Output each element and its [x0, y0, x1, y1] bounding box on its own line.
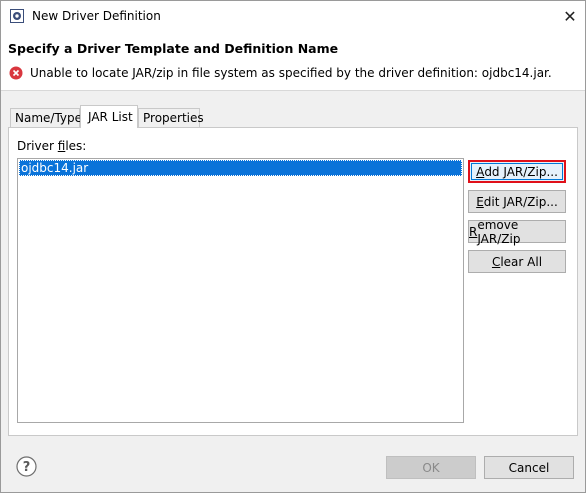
list-item[interactable]: ojdbc14.jar	[19, 160, 462, 176]
error-message: Unable to locate JAR/zip in file system …	[30, 66, 552, 80]
title-bar: New Driver Definition ✕	[1, 1, 585, 32]
wizard-header: Specify a Driver Template and Definition…	[1, 32, 585, 91]
edit-jar-button[interactable]: Edit JAR/Zip...	[468, 190, 566, 213]
eclipse-gear-icon	[10, 9, 24, 23]
tab-label: Name/Type	[15, 111, 83, 125]
clear-all-button[interactable]: Clear All	[468, 250, 566, 273]
error-x-icon	[9, 66, 23, 80]
page-title: Specify a Driver Template and Definition…	[8, 41, 339, 56]
ok-button[interactable]: OK	[386, 456, 476, 479]
tab-label: Properties	[143, 111, 204, 125]
jar-list-panel: Driver files: ojdbc14.jar Add JAR/Zip...…	[8, 127, 578, 436]
tab-label: JAR List	[88, 110, 133, 124]
dialog-window: New Driver Definition ✕ Specify a Driver…	[0, 0, 586, 493]
close-button[interactable]: ✕	[555, 1, 585, 32]
window-title: New Driver Definition	[32, 9, 161, 23]
tab-properties[interactable]: Properties	[138, 108, 204, 127]
help-glyph: ?	[23, 460, 31, 475]
add-jar-button[interactable]: Add JAR/Zip...	[468, 160, 566, 183]
cancel-button[interactable]: Cancel	[484, 456, 574, 479]
help-question-icon[interactable]: ?	[16, 456, 37, 477]
remove-jar-button[interactable]: Remove JAR/Zip	[468, 218, 566, 246]
driver-files-label: Driver files:	[17, 139, 87, 153]
close-icon: ✕	[563, 7, 577, 26]
cancel-label: Cancel	[508, 460, 550, 475]
tab-jar-list[interactable]: JAR List	[80, 105, 138, 128]
ok-label: OK	[422, 460, 440, 475]
driver-files-list[interactable]: ojdbc14.jar	[17, 158, 464, 423]
tab-name-type[interactable]: Name/Type	[10, 108, 83, 127]
